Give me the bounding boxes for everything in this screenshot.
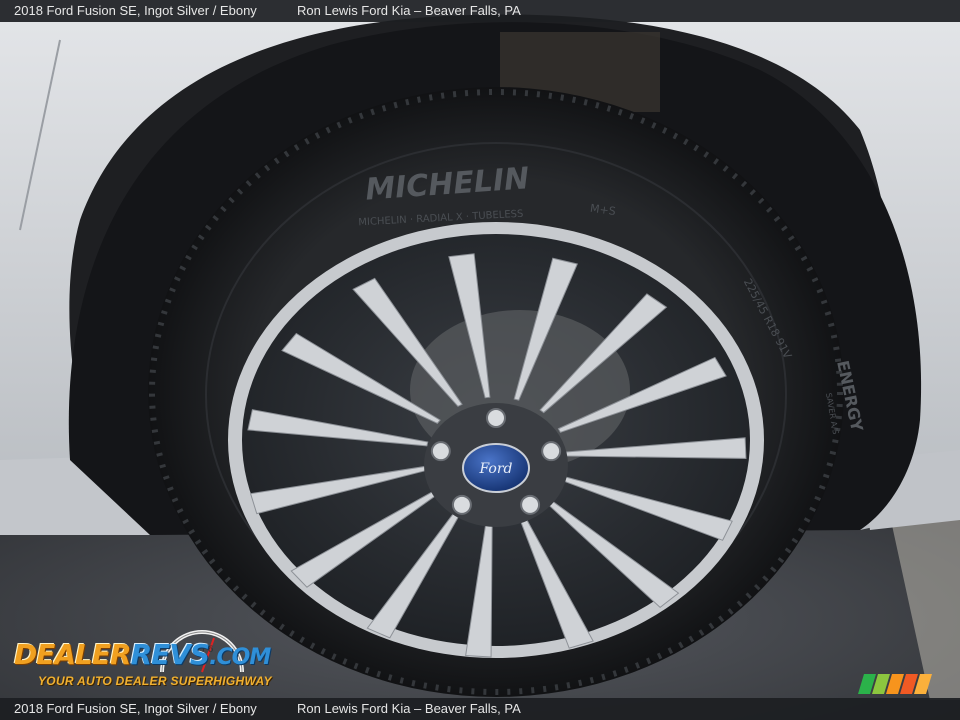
vehicle-caption-bottom: 2018 Ford Fusion SE, Ingot Silver / Ebon… bbox=[14, 701, 257, 716]
dealer-revs-logo: DEALERREVS.COM bbox=[14, 638, 271, 671]
bottom-caption-bar: 2018 Ford Fusion SE, Ingot Silver / Ebon… bbox=[0, 698, 960, 720]
dealer-revs-watermark: 4 5 6 DEALERREVS.COM YOUR AUTO DEALER SU… bbox=[12, 624, 272, 694]
lug-nut bbox=[541, 441, 562, 462]
lug-nut bbox=[486, 408, 506, 428]
lug-nut bbox=[451, 494, 472, 515]
lug-nut bbox=[520, 494, 541, 515]
lug-nut bbox=[430, 441, 451, 462]
dealer-caption-bottom: Ron Lewis Ford Kia – Beaver Falls, PA bbox=[297, 701, 521, 716]
wheel-photo: MICHELIN MICHELIN · RADIAL X · TUBELESS … bbox=[0, 0, 960, 720]
top-caption-bar: 2018 Ford Fusion SE, Ingot Silver / Ebon… bbox=[0, 0, 960, 22]
center-cap-logo: Ford bbox=[478, 461, 512, 477]
vehicle-caption: 2018 Ford Fusion SE, Ingot Silver / Ebon… bbox=[14, 3, 257, 18]
watermark-tagline: YOUR AUTO DEALER SUPERHIGHWAY bbox=[38, 674, 272, 688]
dealer-caption: Ron Lewis Ford Kia – Beaver Falls, PA bbox=[297, 3, 521, 18]
stripes-badge-icon bbox=[858, 674, 932, 694]
